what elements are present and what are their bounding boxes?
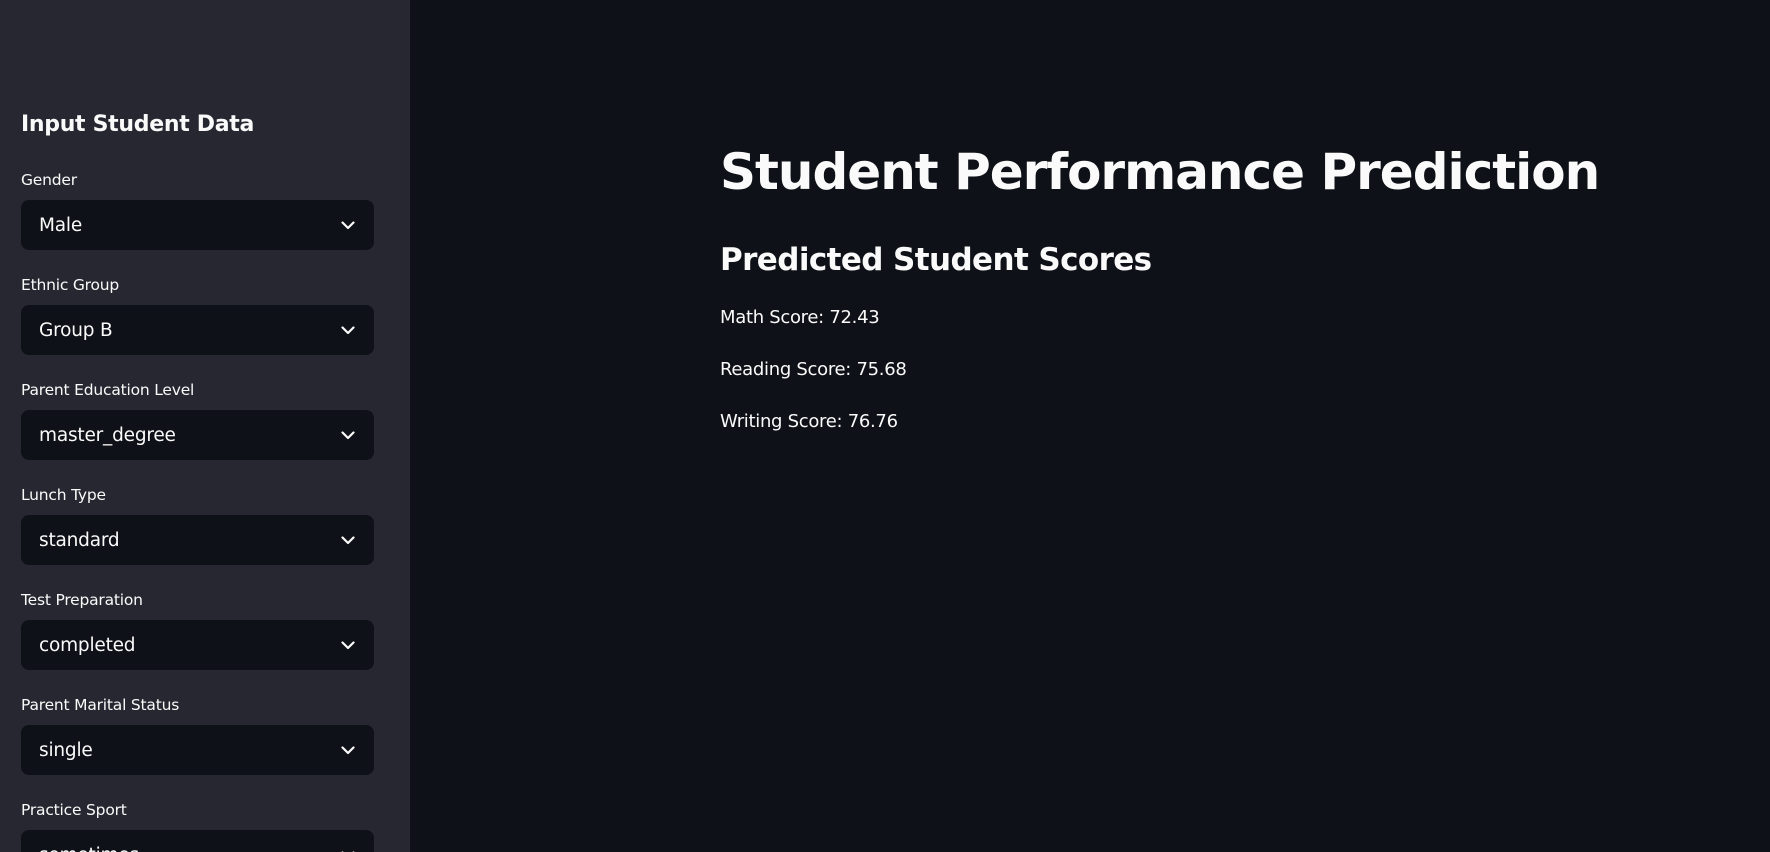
writing-score: Writing Score: 76.76	[720, 411, 898, 432]
field-label-lunch-type: Lunch Type	[21, 486, 106, 504]
reading-score: Reading Score: 75.68	[720, 359, 907, 380]
gender-select-value: Male	[39, 214, 83, 236]
practice-sport-select[interactable]: sometimes	[21, 830, 374, 852]
parent-education-select[interactable]: master_degree	[21, 410, 374, 460]
ethnic-group-select-value: Group B	[39, 319, 113, 341]
lunch-type-select[interactable]: standard	[21, 515, 374, 565]
section-title: Predicted Student Scores	[720, 242, 1152, 278]
parent-marital-status-select-value: single	[39, 739, 93, 761]
chevron-down-icon	[340, 847, 356, 852]
sidebar: Input Student Data Gender Male Ethnic Gr…	[0, 0, 410, 852]
practice-sport-select-value: sometimes	[39, 845, 139, 852]
field-test-preparation: Test Preparation completed	[21, 590, 374, 670]
field-label-parent-marital-status: Parent Marital Status	[21, 696, 180, 714]
field-label-practice-sport: Practice Sport	[21, 801, 127, 819]
chevron-down-icon	[340, 637, 356, 653]
test-preparation-select[interactable]: completed	[21, 620, 374, 670]
sidebar-title: Input Student Data	[21, 112, 255, 137]
lunch-type-select-value: standard	[39, 529, 120, 551]
chevron-down-icon	[340, 427, 356, 443]
field-parent-marital-status: Parent Marital Status single	[21, 695, 374, 775]
gender-select[interactable]: Male	[21, 200, 374, 250]
chevron-down-icon	[340, 742, 356, 758]
field-ethnic-group: Ethnic Group Group B	[21, 275, 374, 355]
chevron-down-icon	[340, 217, 356, 233]
app: Input Student Data Gender Male Ethnic Gr…	[0, 0, 1770, 852]
test-preparation-select-value: completed	[39, 634, 136, 656]
field-label-gender: Gender	[21, 171, 77, 189]
field-gender: Gender Male	[21, 170, 374, 250]
field-label-parent-education: Parent Education Level	[21, 381, 195, 399]
parent-marital-status-select[interactable]: single	[21, 725, 374, 775]
parent-education-select-value: master_degree	[39, 424, 176, 446]
field-parent-education: Parent Education Level master_degree	[21, 380, 374, 460]
chevron-down-icon	[340, 532, 356, 548]
field-lunch-type: Lunch Type standard	[21, 485, 374, 565]
math-score: Math Score: 72.43	[720, 307, 880, 328]
page-title: Student Performance Prediction	[720, 143, 1600, 201]
field-label-test-preparation: Test Preparation	[21, 591, 143, 609]
ethnic-group-select[interactable]: Group B	[21, 305, 374, 355]
chevron-down-icon	[340, 322, 356, 338]
field-label-ethnic-group: Ethnic Group	[21, 276, 120, 294]
field-practice-sport: Practice Sport sometimes	[21, 800, 374, 852]
